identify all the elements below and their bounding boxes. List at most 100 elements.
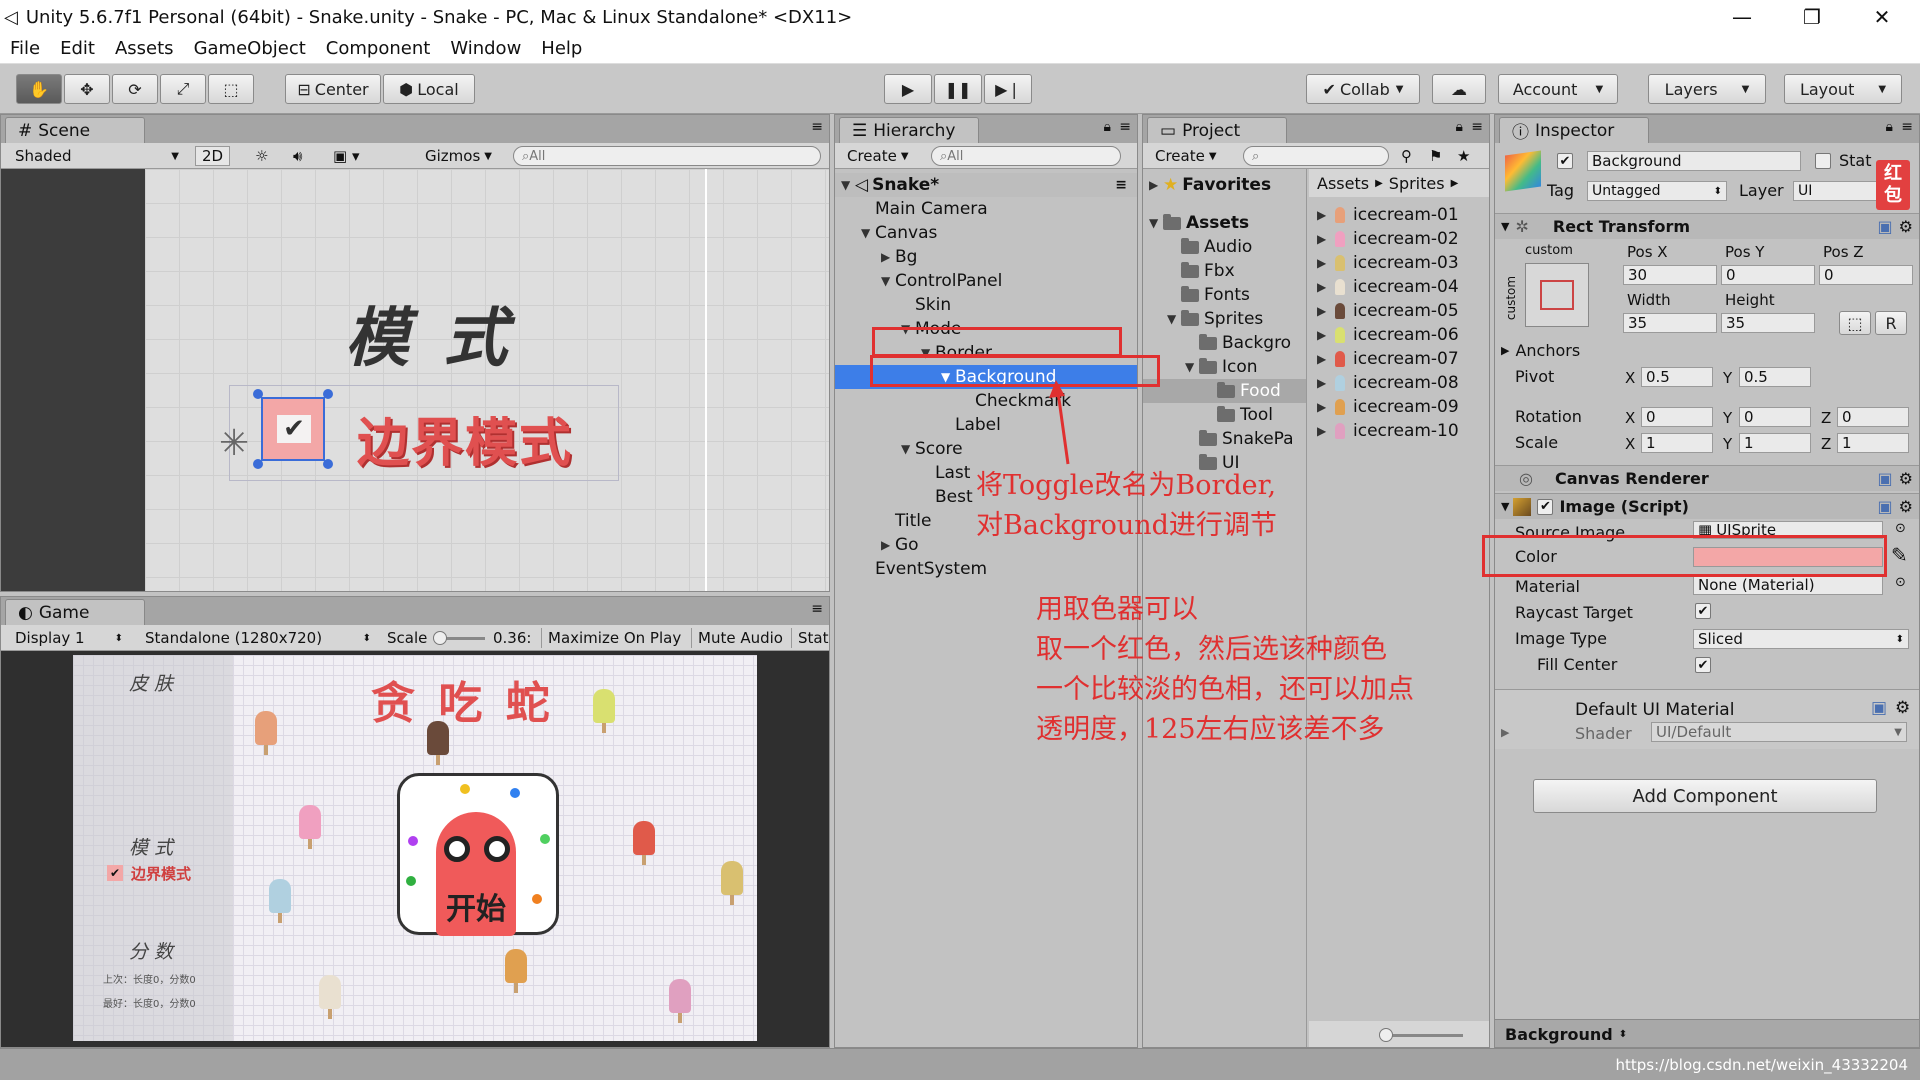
expand-arrow-icon[interactable]: ▶ — [1317, 328, 1331, 342]
tab-game[interactable]: ◐ Game — [5, 599, 145, 625]
restore-button[interactable]: ❐ — [1782, 0, 1842, 34]
lock-icon[interactable]: 🔒︎ — [1104, 119, 1111, 135]
stats-toggle[interactable]: Stat — [791, 628, 829, 648]
hand-tool-button[interactable]: ✋ — [16, 74, 62, 104]
expand-arrow-icon[interactable]: ▼ — [881, 274, 895, 288]
inspector-preview-bar[interactable]: Background ⬍ — [1495, 1019, 1919, 1047]
hierarchy-item-controlpanel[interactable]: ▼ ControlPanel — [835, 269, 1137, 293]
collab-dropdown[interactable]: ✔ Collab ▼ — [1306, 74, 1420, 104]
expand-arrow-icon[interactable]: ▶ — [1317, 304, 1331, 318]
anchor-presets-button[interactable] — [1525, 263, 1589, 327]
assets-root-row[interactable]: ▼ Assets — [1143, 211, 1306, 235]
scene-search-input[interactable]: ⌕ All — [513, 146, 821, 166]
gizmos-dropdown[interactable]: Gizmos ▼ — [419, 146, 498, 166]
expand-arrow-icon[interactable]: ▶ — [1317, 376, 1331, 390]
filter-label-button[interactable]: ⚑ — [1423, 146, 1448, 166]
project-file-icecream-02[interactable]: ▶ icecream-02 — [1309, 227, 1489, 251]
expand-arrow-icon[interactable]: ▼ — [841, 178, 855, 192]
pause-button[interactable]: ❚❚ — [934, 74, 982, 104]
object-picker-icon[interactable]: ⊙ — [1895, 575, 1906, 590]
scene-root-row[interactable]: ▼ ◁ Snake* ≡ — [835, 173, 1137, 197]
tab-scene[interactable]: # Scene — [5, 117, 145, 143]
scale-slider[interactable] — [433, 631, 485, 645]
favorite-button[interactable]: ★ — [1451, 146, 1476, 166]
tab-hierarchy[interactable]: ☰ Hierarchy — [839, 117, 979, 143]
shading-dropdown[interactable]: Shaded ▼ — [9, 146, 185, 166]
expand-arrow-icon[interactable]: ▼ — [901, 442, 915, 456]
step-button[interactable]: ▶❘ — [984, 74, 1032, 104]
scene-viewport[interactable]: 模 式 ✳ ✔ 边界模式 — [145, 169, 829, 591]
display-dropdown[interactable]: Display 1 ⬍ — [9, 628, 129, 648]
help-book-icon[interactable]: ▣ — [1871, 698, 1887, 718]
scale-x-field[interactable]: 1 — [1641, 433, 1713, 453]
project-file-icecream-07[interactable]: ▶ icecream-07 — [1309, 347, 1489, 371]
material-field[interactable]: None (Material) — [1693, 575, 1883, 595]
lock-icon[interactable]: 🔒︎ — [1456, 119, 1463, 135]
project-folder-tool[interactable]: Tool — [1143, 403, 1306, 427]
pos-x-field[interactable]: 30 — [1623, 265, 1717, 285]
raycast-target-checkbox[interactable]: ✔ — [1695, 603, 1711, 619]
static-checkbox[interactable] — [1815, 153, 1831, 169]
project-folder-icon[interactable]: ▼ Icon — [1143, 355, 1306, 379]
tab-inspector[interactable]: ⓘ Inspector — [1499, 117, 1649, 143]
scale-y-field[interactable]: 1 — [1739, 433, 1811, 453]
rot-z-field[interactable]: 0 — [1837, 407, 1909, 427]
object-picker-icon[interactable]: ⊙ — [1895, 521, 1906, 536]
panel-menu-icon[interactable]: ≡ — [1119, 119, 1131, 135]
expand-arrow-icon[interactable]: ▶ — [881, 538, 895, 552]
project-folder-fbx[interactable]: Fbx — [1143, 259, 1306, 283]
menu-component[interactable]: Component — [326, 38, 431, 59]
active-checkbox[interactable]: ✔ — [1557, 153, 1573, 169]
tab-project[interactable]: ▭ Project — [1147, 117, 1287, 143]
expand-arrow-icon[interactable]: ▼ — [1501, 500, 1509, 513]
rect-transform-header[interactable]: ▼ ✲ Rect Transform ▣ ⚙ — [1495, 213, 1919, 239]
rotate-tool-button[interactable]: ⟳ — [112, 74, 158, 104]
mode-2d-button[interactable]: 2D — [195, 146, 231, 166]
hierarchy-item-main-camera[interactable]: Main Camera — [835, 197, 1137, 221]
shader-dropdown[interactable]: UI/Default ▼ — [1651, 722, 1907, 742]
menu-gameobject[interactable]: GameObject — [194, 38, 306, 59]
project-file-icecream-09[interactable]: ▶ icecream-09 — [1309, 395, 1489, 419]
eyedropper-icon[interactable]: ✎ — [1891, 543, 1908, 567]
project-file-icecream-01[interactable]: ▶ icecream-01 — [1309, 203, 1489, 227]
project-file-icecream-04[interactable]: ▶ icecream-04 — [1309, 275, 1489, 299]
project-folder-fonts[interactable]: Fonts — [1143, 283, 1306, 307]
scale-z-field[interactable]: 1 — [1837, 433, 1909, 453]
project-folder-sprites[interactable]: ▼ Sprites — [1143, 307, 1306, 331]
expand-arrow-icon[interactable]: ▶ — [1317, 232, 1331, 246]
height-field[interactable]: 35 — [1721, 313, 1815, 333]
red-envelope-badge[interactable]: 红包 — [1876, 160, 1910, 210]
rot-x-field[interactable]: 0 — [1641, 407, 1713, 427]
close-button[interactable]: ✕ — [1852, 0, 1912, 34]
mute-audio-toggle[interactable]: Mute Audio — [691, 628, 789, 648]
image-enabled-checkbox[interactable]: ✔ — [1537, 498, 1554, 515]
scale-slider-thumb[interactable] — [433, 631, 447, 645]
maximize-on-play-toggle[interactable]: Maximize On Play — [541, 628, 687, 648]
expand-arrow-icon[interactable]: ▶ — [881, 250, 895, 264]
lock-icon[interactable]: 🔒︎ — [1886, 119, 1893, 135]
breadcrumb-assets[interactable]: Assets — [1317, 174, 1369, 193]
anchors-row[interactable]: ▶ Anchors — [1495, 337, 1919, 363]
expand-arrow-icon[interactable]: ▼ — [1149, 216, 1163, 230]
expand-arrow-icon[interactable]: ▶ — [1317, 352, 1331, 366]
help-book-icon[interactable]: ▣ — [1878, 469, 1893, 488]
expand-arrow-icon[interactable]: ▶ — [1317, 256, 1331, 270]
expand-arrow-icon[interactable]: ▶ — [1149, 178, 1163, 192]
move-tool-button[interactable]: ✥ — [64, 74, 110, 104]
help-book-icon[interactable]: ▣ — [1878, 217, 1893, 236]
breadcrumb-sprites[interactable]: Sprites — [1389, 174, 1445, 193]
panel-menu-icon[interactable]: ≡ — [1115, 177, 1127, 193]
pivot-x-field[interactable]: 0.5 — [1641, 367, 1713, 387]
account-dropdown[interactable]: Account ▼ — [1498, 74, 1618, 104]
layers-dropdown[interactable]: Layers ▼ — [1648, 74, 1766, 104]
hierarchy-item-skin[interactable]: Skin — [835, 293, 1137, 317]
gear-icon[interactable]: ⚙ — [1899, 497, 1913, 516]
cloud-button[interactable]: ☁ — [1432, 74, 1486, 104]
expand-arrow-icon[interactable]: ▶ — [1501, 344, 1509, 357]
play-button[interactable]: ▶ — [884, 74, 932, 104]
gear-icon[interactable]: ⚙ — [1899, 217, 1913, 236]
project-file-icecream-08[interactable]: ▶ icecream-08 — [1309, 371, 1489, 395]
hierarchy-item-bg[interactable]: ▶ Bg — [835, 245, 1137, 269]
menu-edit[interactable]: Edit — [60, 38, 95, 59]
panel-menu-icon[interactable]: ≡ — [1901, 119, 1913, 135]
